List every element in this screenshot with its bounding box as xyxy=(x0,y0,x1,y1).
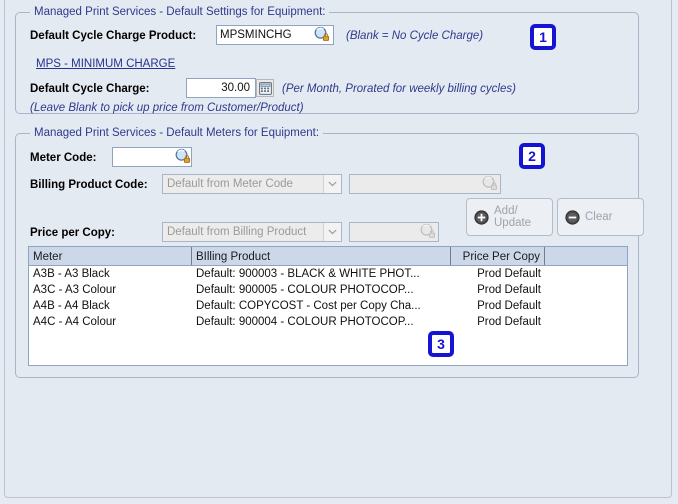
grid-header-row: Meter BIlling Product Price Per Copy xyxy=(29,247,627,266)
grid-header-meter[interactable]: Meter xyxy=(29,247,192,265)
clear-button[interactable]: Clear xyxy=(557,198,644,236)
chevron-down-icon[interactable] xyxy=(323,175,341,193)
default-cycle-charge-label: Default Cycle Charge: xyxy=(30,83,150,95)
cell-price: Prod Default xyxy=(477,284,541,296)
cell-meter: A4C - A4 Colour xyxy=(33,316,117,328)
calculator-icon[interactable] xyxy=(256,79,274,97)
add-update-button[interactable]: Add/ Update xyxy=(466,198,553,236)
search-icon[interactable] xyxy=(313,26,330,43)
clear-button-label: Clear xyxy=(585,211,613,223)
cell-price: Prod Default xyxy=(477,316,541,328)
minus-circle-icon xyxy=(565,209,580,225)
plus-circle-icon xyxy=(474,209,489,225)
callout-badge-3: 3 xyxy=(428,331,454,357)
cell-meter: A3C - A3 Colour xyxy=(33,284,117,296)
table-row[interactable]: A4B - A4 Black Default: COPYCOST - Cost … xyxy=(29,298,627,314)
grid-header-spacer[interactable] xyxy=(545,247,627,265)
table-row[interactable]: A3C - A3 Colour Default: 900005 - COLOUR… xyxy=(29,282,627,298)
price-per-copy-select[interactable]: Default from Billing Product xyxy=(162,222,342,242)
cell-product: Default: 900004 - COLOUR PHOTOCOP... xyxy=(196,316,414,328)
add-update-button-label: Add/ Update xyxy=(494,205,532,229)
cell-product: Default: COPYCOST - Cost per Copy Cha... xyxy=(196,300,421,312)
meter-code-label: Meter Code: xyxy=(30,152,97,164)
billing-product-code-select[interactable]: Default from Meter Code xyxy=(162,174,342,194)
price-per-copy-selected-text: Default from Billing Product xyxy=(167,226,307,238)
billing-product-code-label: Billing Product Code: xyxy=(30,179,148,191)
default-meters-grid[interactable]: Meter BIlling Product Price Per Copy A3B… xyxy=(28,246,628,366)
grid-body: A3B - A3 Black Default: 900003 - BLACK &… xyxy=(29,266,627,330)
cycle-charge-permonth-hint: (Per Month, Prorated for weekly billing … xyxy=(282,83,516,95)
leave-blank-hint: (Leave Blank to pick up price from Custo… xyxy=(30,102,304,114)
billing-product-description-input[interactable] xyxy=(349,174,501,194)
cell-price: Prod Default xyxy=(477,268,541,280)
default-meters-title: Managed Print Services - Default Meters … xyxy=(30,127,324,139)
price-per-copy-search-icon[interactable] xyxy=(419,223,436,240)
cell-meter: A3B - A3 Black xyxy=(33,268,110,280)
callout-badge-2: 2 xyxy=(519,143,545,169)
table-row[interactable]: A4C - A4 Colour Default: 900004 - COLOUR… xyxy=(29,314,627,330)
grid-header-product[interactable]: BIlling Product xyxy=(192,247,451,265)
cell-price: Prod Default xyxy=(477,300,541,312)
chevron-down-icon-2[interactable] xyxy=(323,223,341,241)
cell-spacer xyxy=(545,282,627,298)
cell-spacer xyxy=(545,298,627,314)
default-cycle-charge-input[interactable] xyxy=(186,78,256,98)
callout-badge-1: 1 xyxy=(530,24,556,50)
billing-product-search-icon[interactable] xyxy=(481,175,498,192)
meter-code-search-icon[interactable] xyxy=(174,148,191,165)
cell-spacer xyxy=(545,266,627,282)
cell-product: Default: 900003 - BLACK & WHITE PHOT... xyxy=(196,268,420,280)
cell-meter: A4B - A4 Black xyxy=(33,300,110,312)
default-settings-title: Managed Print Services - Default Setting… xyxy=(30,6,330,18)
application-window: Managed Print Services - Default Setting… xyxy=(4,0,672,498)
billing-product-code-selected-text: Default from Meter Code xyxy=(167,178,293,190)
mps-minimum-charge-link[interactable]: MPS - MINIMUM CHARGE xyxy=(36,57,175,71)
default-meters-groupbox: Managed Print Services - Default Meters … xyxy=(15,127,644,378)
cell-product: Default: 900005 - COLOUR PHOTOCOP... xyxy=(196,284,414,296)
table-row[interactable]: A3B - A3 Black Default: 900003 - BLACK &… xyxy=(29,266,627,282)
default-cycle-charge-product-label: Default Cycle Charge Product: xyxy=(30,30,197,42)
grid-header-price[interactable]: Price Per Copy xyxy=(451,247,545,265)
cell-spacer xyxy=(545,314,627,330)
product-blank-hint: (Blank = No Cycle Charge) xyxy=(346,30,484,42)
price-per-copy-label: Price per Copy: xyxy=(30,227,115,239)
